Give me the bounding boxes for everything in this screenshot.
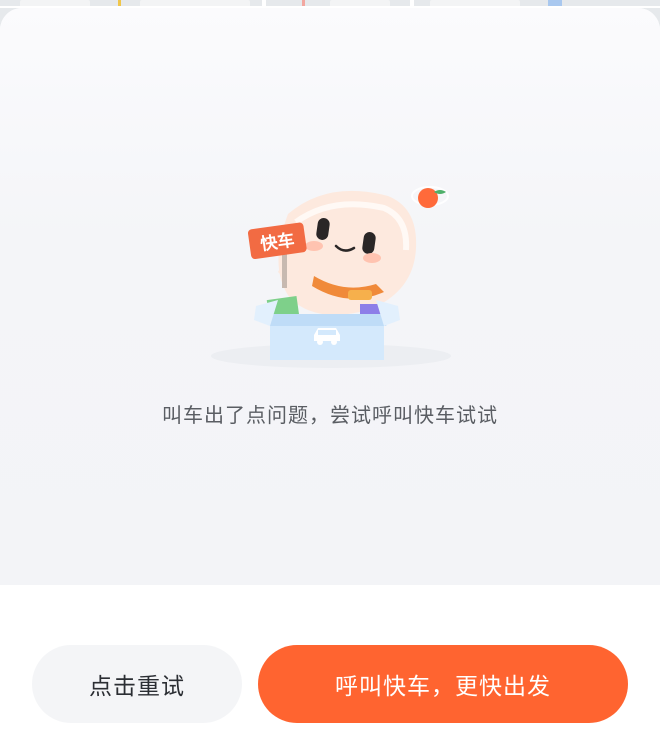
error-message: 叫车出了点问题，尝试呼叫快车试试 bbox=[162, 403, 498, 427]
orange-ball-icon bbox=[411, 186, 449, 208]
error-panel: 快车 叫车出了点问题，尝试呼叫快车试试 bbox=[0, 8, 660, 586]
bottom-sheet: 快车 叫车出了点问题，尝试呼叫快车试试 点击重试 呼叫快车，更快出发 bbox=[0, 8, 660, 750]
action-footer: 点击重试 呼叫快车，更快出发 bbox=[0, 585, 660, 750]
call-express-button[interactable]: 呼叫快车，更快出发 bbox=[258, 645, 628, 723]
retry-button[interactable]: 点击重试 bbox=[32, 645, 242, 723]
mascot-illustration: 快车 bbox=[211, 186, 451, 368]
